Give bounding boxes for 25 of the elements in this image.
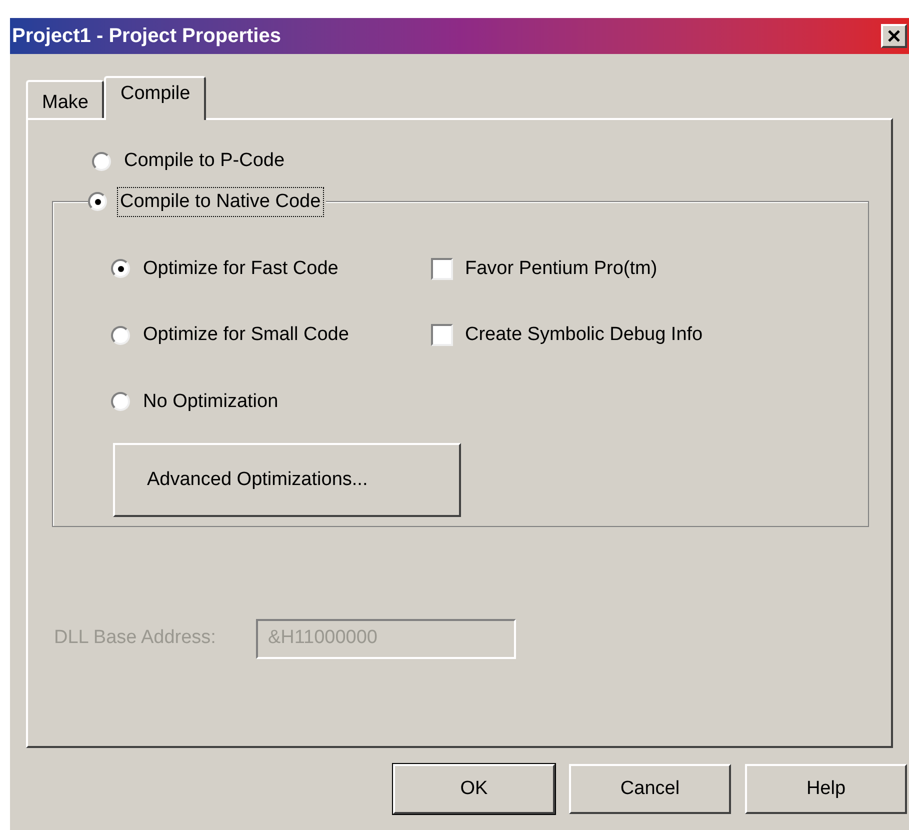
close-icon <box>888 30 900 42</box>
window-title: Project1 - Project Properties <box>12 24 281 49</box>
dialog-button[interactable]: Help <box>745 764 907 814</box>
checkbox-label: Favor Pentium Pro(tm) <box>465 256 658 280</box>
radio-button[interactable] <box>111 392 130 412</box>
advanced-optimizations-button[interactable]: Advanced Optimizations... <box>113 443 461 517</box>
tab[interactable]: Make <box>26 80 104 118</box>
dialog-button[interactable]: OK <box>393 764 555 814</box>
radio-button[interactable] <box>111 259 130 278</box>
radio-button[interactable] <box>88 192 107 212</box>
radio-button[interactable] <box>111 326 130 345</box>
dialog-button[interactable]: Cancel <box>569 764 731 814</box>
radio-label: No Optimization <box>142 390 280 414</box>
checkbox[interactable] <box>431 258 453 280</box>
radio-label: Optimize for Small Code <box>142 323 350 347</box>
field-label: DLL Base Address: <box>54 626 216 650</box>
checkbox[interactable] <box>431 324 453 346</box>
tab[interactable]: Compile <box>104 76 206 120</box>
close-button[interactable] <box>881 24 907 48</box>
radio-button[interactable] <box>92 152 111 171</box>
radio-label: Optimize for Fast Code <box>142 256 340 280</box>
radio-label: Compile to Native Code <box>117 186 324 217</box>
field-value: &H11000000 <box>268 626 378 650</box>
radio-label: Compile to P-Code <box>123 149 286 173</box>
checkbox-label: Create Symbolic Debug Info <box>465 323 703 347</box>
